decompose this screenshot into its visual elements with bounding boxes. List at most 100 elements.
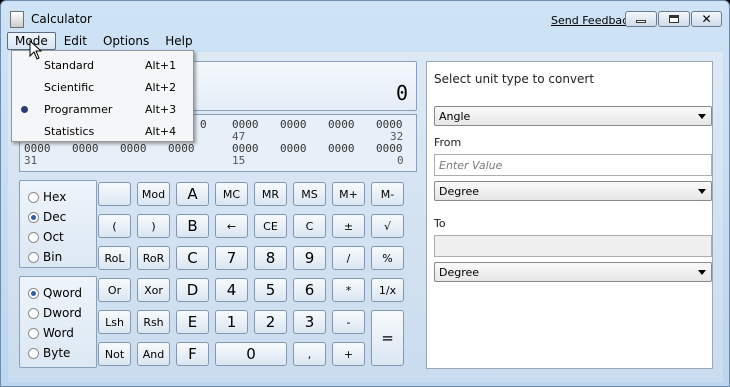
divide-key[interactable]: / bbox=[332, 246, 365, 270]
4-key[interactable]: 4 bbox=[215, 278, 248, 302]
send-feedback-link[interactable]: Send Feedback bbox=[551, 14, 635, 27]
wordsize-radio-qword[interactable]: Qword bbox=[28, 285, 82, 301]
9-key[interactable]: 9 bbox=[293, 246, 326, 270]
converter-heading: Select unit type to convert bbox=[434, 72, 595, 86]
chevron-down-icon bbox=[698, 189, 706, 194]
radio-circle-icon bbox=[28, 231, 39, 243]
and-key[interactable]: And bbox=[137, 342, 170, 366]
mod-key[interactable]: Mod bbox=[137, 182, 170, 206]
reciprocal-key[interactable]: 1/x bbox=[371, 278, 404, 302]
mode-menu-item-scientific[interactable]: Scientific Alt+2 bbox=[12, 76, 193, 98]
radio-circle-icon bbox=[28, 347, 39, 359]
base-radio-dec[interactable]: Dec bbox=[28, 209, 66, 225]
base-radio-hex[interactable]: Hex bbox=[28, 189, 66, 205]
rsh-key[interactable]: Rsh bbox=[137, 310, 170, 334]
clear-key[interactable]: C bbox=[293, 214, 326, 238]
3-key[interactable]: 3 bbox=[293, 310, 326, 334]
menu-help[interactable]: Help bbox=[157, 32, 200, 50]
wordsize-radio-word[interactable]: Word bbox=[28, 325, 74, 341]
calculator-app-icon bbox=[10, 11, 24, 28]
memory-subtract-key[interactable]: M- bbox=[371, 182, 404, 206]
menu-item-accelerator: Alt+4 bbox=[145, 125, 177, 138]
base-radio-oct[interactable]: Oct bbox=[28, 229, 64, 245]
blank-key[interactable] bbox=[98, 182, 131, 206]
radio-label: Byte bbox=[43, 346, 71, 360]
bit-index: 15 bbox=[232, 154, 246, 167]
radio-label: Qword bbox=[43, 286, 82, 300]
8-key[interactable]: 8 bbox=[254, 246, 287, 270]
to-unit-select[interactable]: Degree bbox=[434, 262, 712, 282]
a-key[interactable]: A bbox=[176, 182, 209, 206]
backspace-key[interactable]: ← bbox=[215, 214, 248, 238]
menu-item-accelerator: Alt+2 bbox=[145, 81, 177, 94]
number-base-group: Hex Dec Oct Bin bbox=[19, 180, 97, 268]
xor-key[interactable]: Xor bbox=[137, 278, 170, 302]
or-key[interactable]: Or bbox=[98, 278, 131, 302]
wordsize-radio-byte[interactable]: Byte bbox=[28, 345, 70, 361]
close-button[interactable]: ✕ bbox=[691, 11, 722, 27]
unit-type-select[interactable]: Angle bbox=[434, 106, 712, 126]
display-value: 0 bbox=[395, 81, 408, 105]
7-key[interactable]: 7 bbox=[215, 246, 248, 270]
window-title: Calculator bbox=[31, 12, 92, 26]
minimize-button[interactable] bbox=[625, 11, 657, 27]
subtract-key[interactable]: - bbox=[332, 310, 365, 334]
title-bar[interactable]: Calculator Send Feedback ✕ bbox=[1, 1, 729, 33]
maximize-button[interactable] bbox=[658, 11, 690, 27]
menu-options[interactable]: Options bbox=[95, 32, 157, 50]
open-paren-key[interactable]: ( bbox=[98, 214, 131, 238]
percent-key[interactable]: % bbox=[371, 246, 404, 270]
6-key[interactable]: 6 bbox=[293, 278, 326, 302]
f-key[interactable]: F bbox=[176, 342, 209, 366]
ror-key[interactable]: RoR bbox=[137, 246, 170, 270]
menu-item-accelerator: Alt+1 bbox=[145, 59, 177, 72]
menu-item-label: Statistics bbox=[44, 125, 95, 138]
menu-edit[interactable]: Edit bbox=[56, 32, 95, 50]
not-key[interactable]: Not bbox=[98, 342, 131, 366]
mode-menu-dropdown: Standard Alt+1 Scientific Alt+2 Programmer Al… bbox=[11, 50, 194, 142]
base-radio-bin[interactable]: Bin bbox=[28, 249, 62, 265]
add-key[interactable]: + bbox=[332, 342, 365, 366]
multiply-key[interactable]: * bbox=[332, 278, 365, 302]
rol-key[interactable]: RoL bbox=[98, 246, 131, 270]
e-key[interactable]: E bbox=[176, 310, 209, 334]
wordsize-radio-dword[interactable]: Dword bbox=[28, 305, 82, 321]
radio-circle-icon bbox=[28, 287, 39, 299]
0-key[interactable]: 0 bbox=[215, 342, 287, 366]
unit-type-value: Angle bbox=[439, 110, 471, 123]
5-key[interactable]: 5 bbox=[254, 278, 287, 302]
2-key[interactable]: 2 bbox=[254, 310, 287, 334]
ce-key[interactable]: CE bbox=[254, 214, 287, 238]
comma-key[interactable]: , bbox=[293, 342, 326, 366]
mode-menu-item-programmer[interactable]: Programmer Alt+3 bbox=[12, 98, 193, 120]
b-key[interactable]: B bbox=[176, 214, 209, 238]
mr-key[interactable]: MR bbox=[254, 182, 287, 206]
close-paren-key[interactable]: ) bbox=[137, 214, 170, 238]
negate-key[interactable]: ± bbox=[332, 214, 365, 238]
to-value-output bbox=[434, 235, 712, 257]
mc-key[interactable]: MC bbox=[215, 182, 248, 206]
equals-key[interactable]: = bbox=[371, 310, 404, 366]
to-unit-value: Degree bbox=[439, 266, 480, 279]
menu-item-label: Scientific bbox=[44, 81, 95, 94]
bit-index: 31 bbox=[24, 154, 38, 167]
ms-key[interactable]: MS bbox=[293, 182, 326, 206]
sqrt-key[interactable]: √ bbox=[371, 214, 404, 238]
radio-label: Hex bbox=[43, 190, 67, 204]
radio-dot-icon bbox=[21, 106, 28, 113]
hex-c-key[interactable]: C bbox=[176, 246, 209, 270]
minimize-icon bbox=[636, 20, 646, 23]
to-label: To bbox=[434, 217, 446, 230]
unit-converter-panel: Select unit type to convert Angle From E… bbox=[426, 61, 713, 369]
1-key[interactable]: 1 bbox=[215, 310, 248, 334]
radio-label: Oct bbox=[43, 230, 64, 244]
from-unit-select[interactable]: Degree bbox=[434, 181, 712, 201]
lsh-key[interactable]: Lsh bbox=[98, 310, 131, 334]
d-key[interactable]: D bbox=[176, 278, 209, 302]
memory-add-key[interactable]: M+ bbox=[332, 182, 365, 206]
menu-item-label: Programmer bbox=[44, 103, 113, 116]
radio-label: Dword bbox=[43, 306, 82, 320]
mode-menu-item-statistics[interactable]: Statistics Alt+4 bbox=[12, 120, 193, 142]
chevron-down-icon bbox=[698, 114, 706, 119]
from-value-input[interactable]: Enter Value bbox=[434, 154, 712, 176]
